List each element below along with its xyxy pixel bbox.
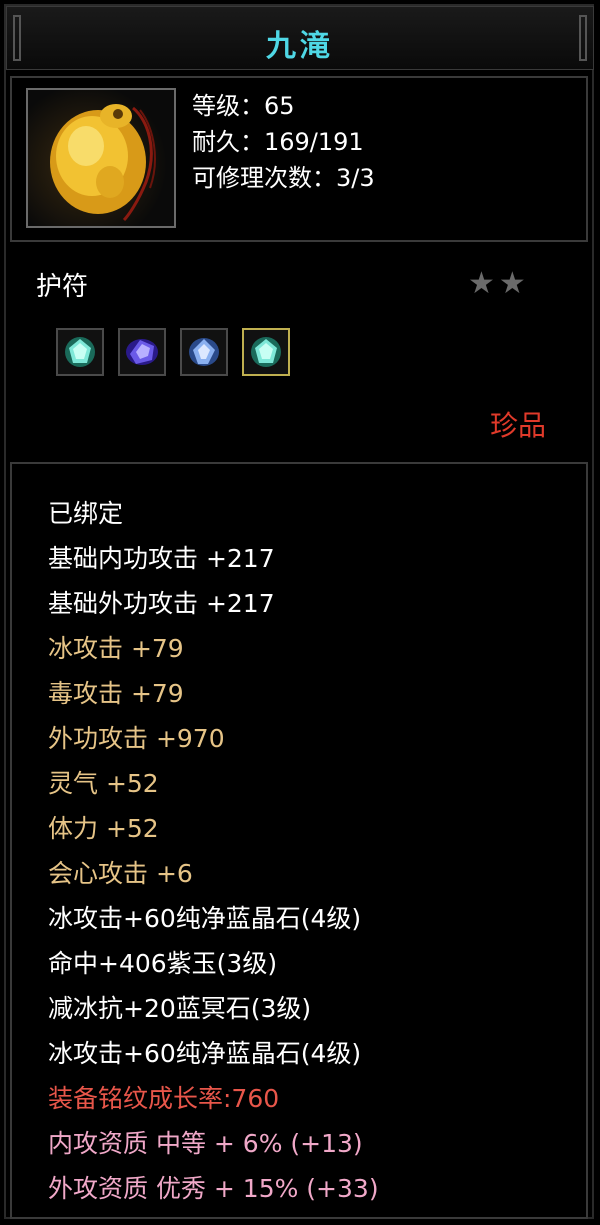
attribute-line: 毒攻击 +79 [48,679,184,708]
attribute-line: 外攻资质 优秀 + 15% (+33) [48,1174,379,1203]
item-durability: 耐久：169/191 [192,128,364,156]
attribute-line: 体力 +52 [48,814,159,843]
blue-crystal-gem-icon[interactable] [180,328,228,376]
attribute-panel: 已绑定 基础内功攻击 +217 基础外功攻击 +217 冰攻击 +79 毒攻击 … [10,462,588,1219]
star-rating: ★★ [468,266,530,301]
title-bar: 九滝 [6,6,594,70]
attribute-line: 基础外功攻击 +217 [48,589,275,618]
attribute-line: 基础内功攻击 +217 [48,544,275,573]
attribute-line: 命中+406紫玉(3级) [48,949,278,978]
cyan-crystal-gem-icon[interactable] [56,328,104,376]
attribute-line: 外功攻击 +970 [48,724,225,753]
item-header: 等级：65 耐久：169/191 可修理次数：3/3 [10,76,588,242]
attribute-line: 灵气 +52 [48,769,159,798]
item-level: 等级：65 [192,92,295,120]
item-stats: 等级：65 耐久：169/191 可修理次数：3/3 [192,88,375,196]
attribute-line: 冰攻击+60纯净蓝晶石(4级) [48,904,362,933]
rarity-label: 珍品 [490,409,547,442]
attribute-line: 冰攻击 +79 [48,634,184,663]
purple-jade-gem-icon[interactable] [118,328,166,376]
attribute-line: 减冰抗+20蓝冥石(3级) [48,994,312,1023]
attribute-line: 会心攻击 +6 [48,859,193,888]
item-type: 护符 [36,272,89,302]
amulet-icon [26,88,176,228]
item-repair-count: 可修理次数：3/3 [192,164,375,192]
attribute-line: 冰攻击+60纯净蓝晶石(4级) [48,1039,362,1068]
cyan-crystal-gem-icon[interactable] [242,328,290,376]
attribute-line: 已绑定 [48,499,124,528]
attribute-line: 内攻资质 中等 + 6% (+13) [48,1129,363,1158]
attribute-line: 装备铭纹成长率:760 [48,1084,280,1113]
item-name: 九滝 [266,29,334,64]
